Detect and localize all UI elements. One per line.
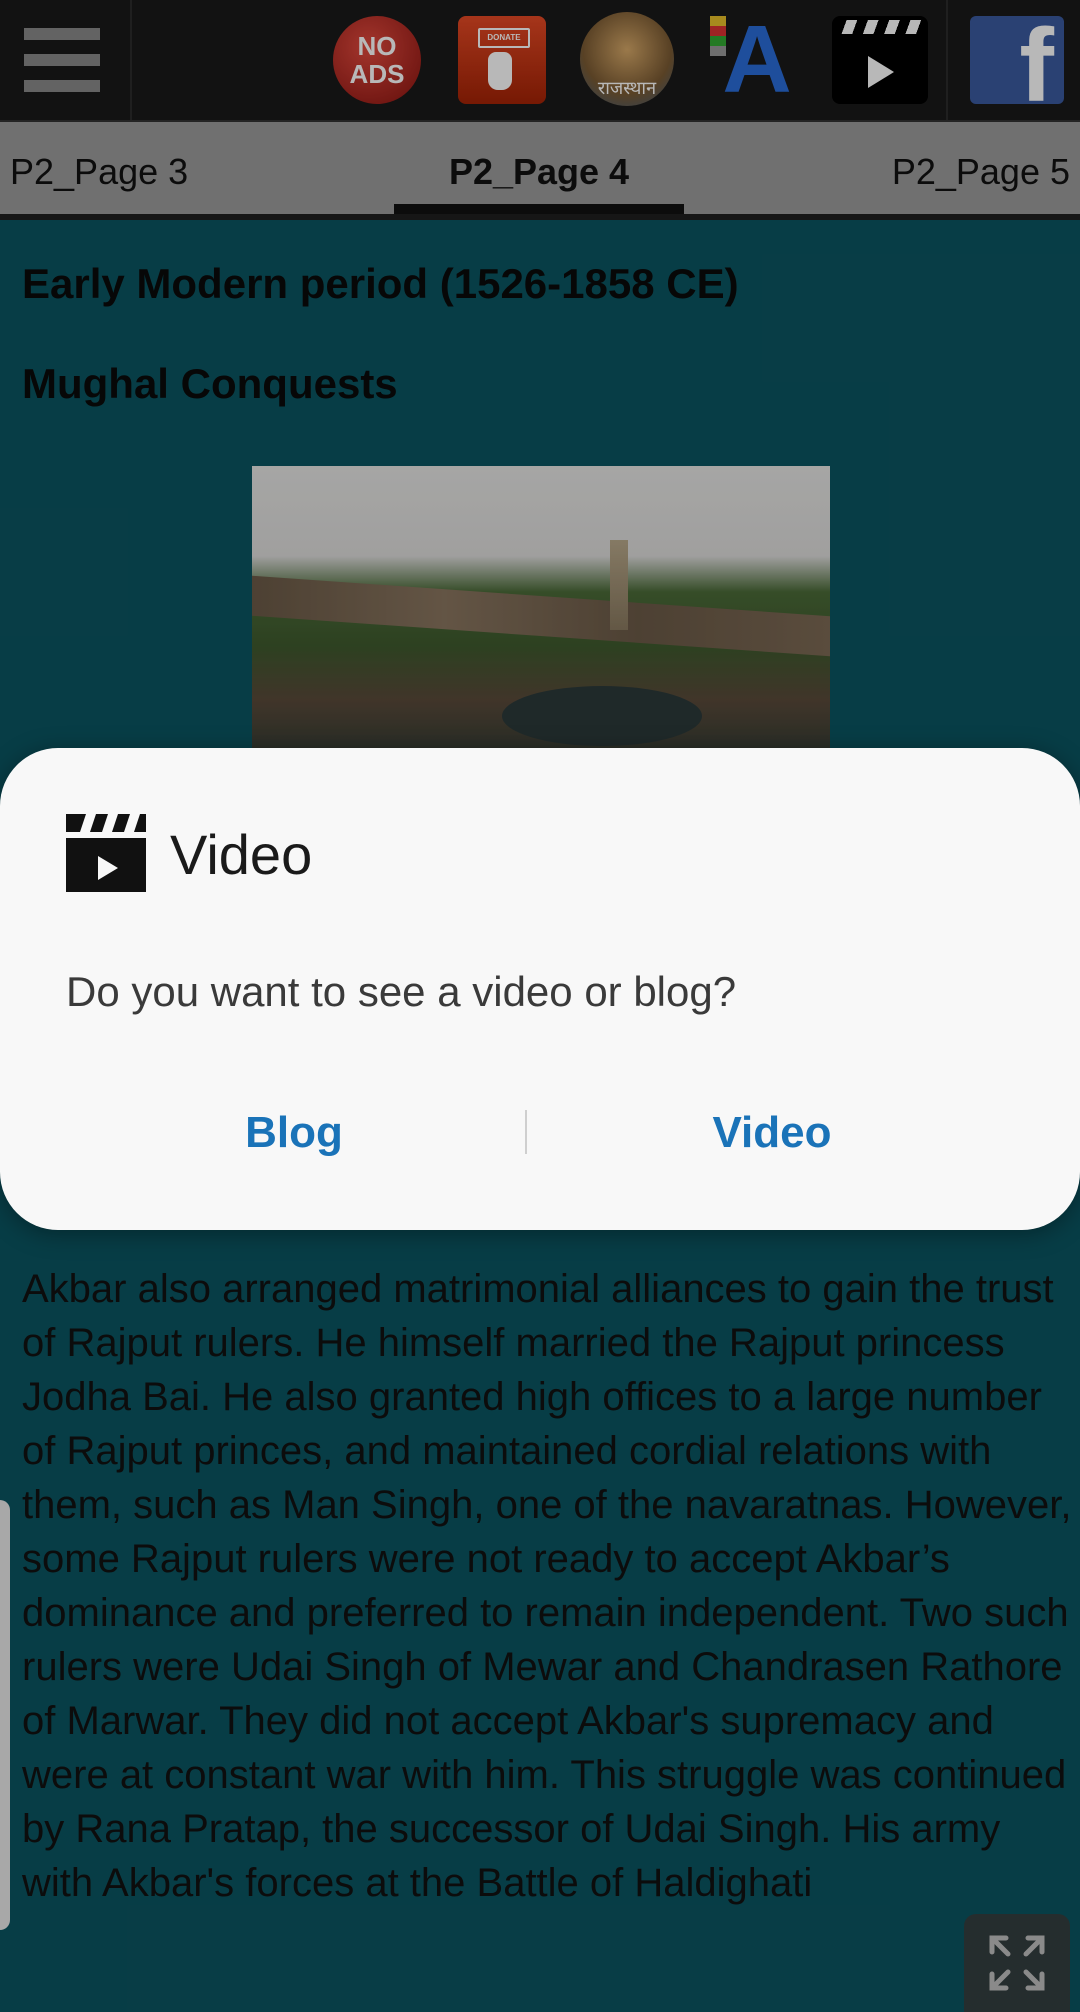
video-button[interactable]: Video — [560, 1088, 984, 1178]
dialog-message: Do you want to see a video or blog? — [66, 968, 737, 1015]
dialog-button-divider — [525, 1110, 527, 1154]
clapperboard-icon — [66, 814, 146, 892]
video-blog-dialog: Video Do you want to see a video or blog… — [0, 748, 1080, 1230]
dialog-title: Video — [170, 823, 313, 886]
blog-button[interactable]: Blog — [96, 1088, 492, 1178]
